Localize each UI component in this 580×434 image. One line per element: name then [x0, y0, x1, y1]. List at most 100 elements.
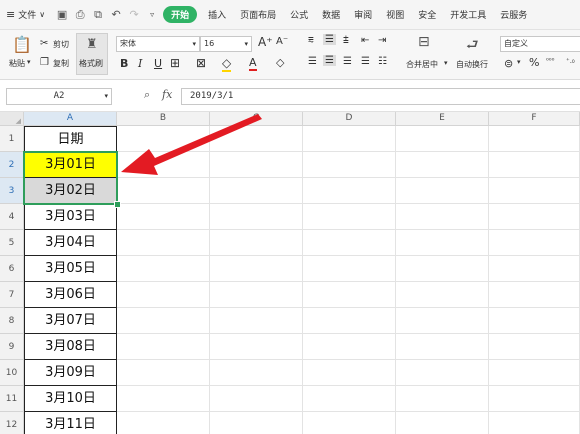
- cell-b2[interactable]: [117, 152, 210, 178]
- cell-c5[interactable]: [210, 230, 303, 256]
- row-header-10[interactable]: 10: [0, 360, 24, 386]
- cell-b10[interactable]: [117, 360, 210, 386]
- cell-d7[interactable]: [303, 282, 396, 308]
- row-header-6[interactable]: 6: [0, 256, 24, 282]
- cell-f1[interactable]: [489, 126, 580, 152]
- cell-a8[interactable]: 3月07日: [24, 308, 117, 334]
- row-header-12[interactable]: 12: [0, 412, 24, 434]
- cell-c6[interactable]: [210, 256, 303, 282]
- thousands-separator-icon[interactable]: ⁰⁰⁰: [546, 57, 554, 65]
- tab-developer[interactable]: 开发工具: [443, 8, 493, 21]
- cell-e9[interactable]: [396, 334, 489, 360]
- redo-icon[interactable]: ↷: [127, 8, 141, 22]
- row-header-3[interactable]: 3: [0, 178, 24, 204]
- row-header-8[interactable]: 8: [0, 308, 24, 334]
- undo-icon[interactable]: ↶: [109, 8, 123, 22]
- cell-e6[interactable]: [396, 256, 489, 282]
- paste-dropdown-icon[interactable]: ▾: [27, 58, 31, 66]
- underline-icon[interactable]: U: [154, 57, 162, 70]
- cell-c4[interactable]: [210, 204, 303, 230]
- tab-cloud[interactable]: 云服务: [493, 8, 534, 21]
- cell-b3[interactable]: [117, 178, 210, 204]
- align-right-icon[interactable]: ☰: [343, 56, 352, 67]
- cell-d5[interactable]: [303, 230, 396, 256]
- column-header-b[interactable]: B: [117, 112, 210, 126]
- cell-d12[interactable]: [303, 412, 396, 434]
- cell-e3[interactable]: [396, 178, 489, 204]
- distributed-icon[interactable]: ☷: [378, 56, 387, 67]
- tab-page-layout[interactable]: 页面布局: [233, 8, 283, 21]
- tab-home[interactable]: 开始: [163, 6, 198, 23]
- cell-b8[interactable]: [117, 308, 210, 334]
- row-header-5[interactable]: 5: [0, 230, 24, 256]
- select-all-corner[interactable]: ◢: [0, 112, 24, 126]
- cell-b1[interactable]: [117, 126, 210, 152]
- indent-increase-icon[interactable]: ⇥: [378, 35, 386, 46]
- paste-icon[interactable]: 📋: [12, 35, 32, 54]
- cell-b9[interactable]: [117, 334, 210, 360]
- merge-center-icon[interactable]: ⊟: [418, 34, 430, 50]
- currency-dropdown-icon[interactable]: ▾: [517, 58, 521, 66]
- cell-e4[interactable]: [396, 204, 489, 230]
- percent-button[interactable]: %: [529, 56, 539, 69]
- increase-decimal-icon[interactable]: ⁺.₀: [566, 57, 575, 65]
- row-header-4[interactable]: 4: [0, 204, 24, 230]
- cell-b11[interactable]: [117, 386, 210, 412]
- cell-f6[interactable]: [489, 256, 580, 282]
- merge-center-button[interactable]: 合并居中: [406, 59, 438, 70]
- customize-toolbar-icon[interactable]: ▿: [145, 8, 159, 22]
- cell-a7[interactable]: 3月06日: [24, 282, 117, 308]
- tab-insert[interactable]: 插入: [201, 8, 233, 21]
- cell-b4[interactable]: [117, 204, 210, 230]
- align-left-icon[interactable]: ☰: [308, 56, 317, 67]
- tab-review[interactable]: 审阅: [347, 8, 379, 21]
- cell-a1[interactable]: 日期: [24, 126, 117, 152]
- cell-b6[interactable]: [117, 256, 210, 282]
- align-middle-icon[interactable]: ☰: [323, 34, 336, 45]
- cell-f5[interactable]: [489, 230, 580, 256]
- align-top-icon[interactable]: ⩳: [308, 35, 314, 46]
- print-icon[interactable]: ⎙: [73, 8, 87, 22]
- wrap-text-button[interactable]: 自动换行: [456, 59, 488, 70]
- tab-data[interactable]: 数据: [315, 8, 347, 21]
- cell-d9[interactable]: [303, 334, 396, 360]
- cell-e5[interactable]: [396, 230, 489, 256]
- tab-view[interactable]: 视图: [379, 8, 411, 21]
- cell-d6[interactable]: [303, 256, 396, 282]
- column-header-a[interactable]: A: [24, 112, 117, 126]
- column-header-c[interactable]: C: [210, 112, 303, 126]
- increase-font-icon[interactable]: A⁺: [258, 35, 273, 49]
- cell-f2[interactable]: [489, 152, 580, 178]
- cell-c7[interactable]: [210, 282, 303, 308]
- cell-b12[interactable]: [117, 412, 210, 434]
- cell-c3[interactable]: [210, 178, 303, 204]
- cell-c8[interactable]: [210, 308, 303, 334]
- cell-d8[interactable]: [303, 308, 396, 334]
- cell-e7[interactable]: [396, 282, 489, 308]
- font-color-icon[interactable]: A: [249, 56, 257, 71]
- cell-d1[interactable]: [303, 126, 396, 152]
- fill-handle[interactable]: [114, 201, 121, 208]
- cell-c9[interactable]: [210, 334, 303, 360]
- cell-e8[interactable]: [396, 308, 489, 334]
- cut-button[interactable]: 剪切: [53, 39, 69, 50]
- cell-f4[interactable]: [489, 204, 580, 230]
- save-icon[interactable]: ▣: [55, 8, 69, 22]
- cell-c12[interactable]: [210, 412, 303, 434]
- row-header-7[interactable]: 7: [0, 282, 24, 308]
- cell-d10[interactable]: [303, 360, 396, 386]
- font-name-select[interactable]: 宋体 ▾: [116, 36, 200, 52]
- border-icon[interactable]: ⊞: [170, 56, 180, 70]
- row-header-2[interactable]: 2: [0, 152, 24, 178]
- align-bottom-icon[interactable]: ⩲: [343, 35, 349, 46]
- merge-dropdown-icon[interactable]: ▾: [444, 59, 448, 67]
- cell-d3[interactable]: [303, 178, 396, 204]
- format-painter-button[interactable]: ♜ 格式刷: [76, 33, 108, 75]
- formula-input[interactable]: 2019/3/1: [181, 88, 580, 105]
- cell-e1[interactable]: [396, 126, 489, 152]
- cell-a9[interactable]: 3月08日: [24, 334, 117, 360]
- zoom-icon[interactable]: ⌕: [144, 88, 150, 102]
- cell-b7[interactable]: [117, 282, 210, 308]
- name-box[interactable]: A2 ▾: [6, 88, 112, 105]
- cell-d11[interactable]: [303, 386, 396, 412]
